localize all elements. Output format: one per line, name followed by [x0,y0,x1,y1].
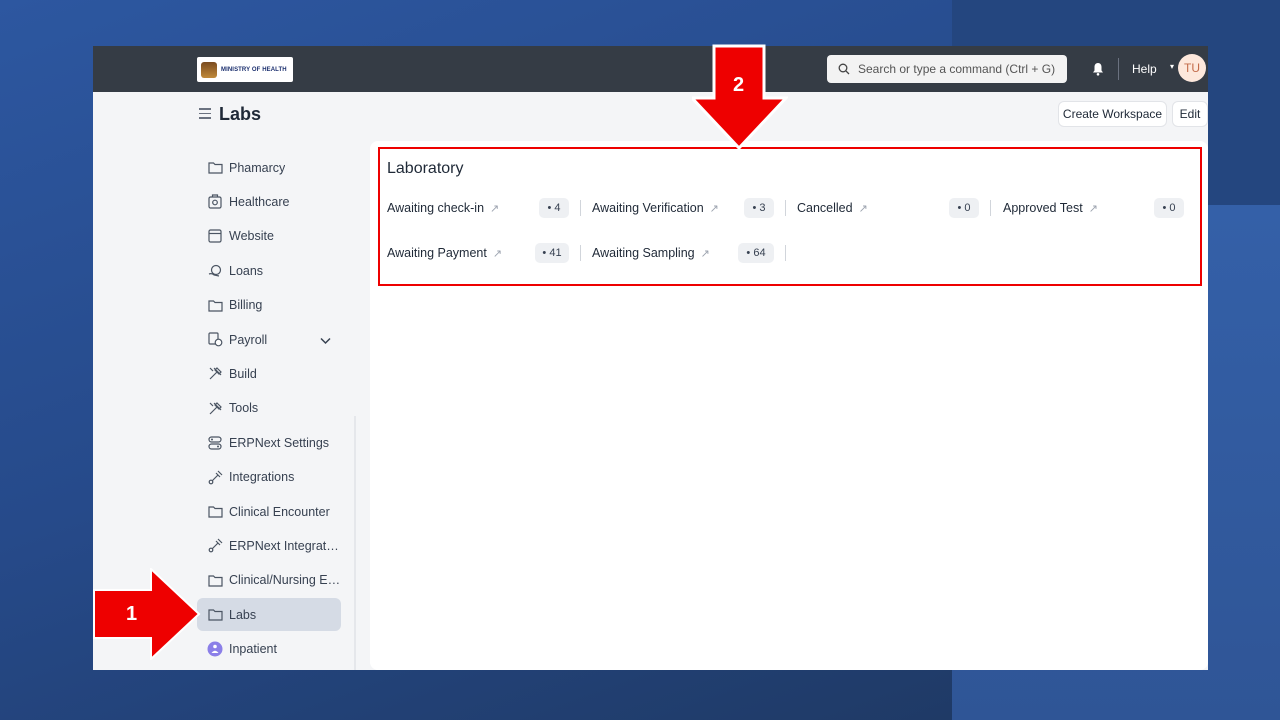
sidebar-item-label: ERPNext Settings [229,435,330,450]
annotation-arrow-right [93,568,201,660]
edit-button[interactable]: Edit [1172,101,1208,127]
tools-icon [207,366,223,382]
sidebar-item-label: Clinical/Nursing En... [229,573,341,588]
sidebar-item-inpatient[interactable]: Inpatient [197,633,341,666]
sidebar-item-label: Labs [229,607,257,622]
sidebar-item-label: Build [229,366,257,381]
sidebar-item-erpnext-settings[interactable]: ERPNext Settings [197,426,341,459]
inpatient-icon [207,641,223,657]
search-placeholder: Search or type a command (Ctrl + G) [858,62,1056,76]
website-icon [207,228,223,244]
folder-icon [207,160,223,176]
annotation-arrow-down [692,44,788,150]
sidebar-item-label: ERPNext Integratio... [229,538,341,553]
sidebar-toggle-icon[interactable] [199,108,211,122]
sidebar-item-label: Loans [229,263,264,278]
caret-down-icon: ▾ [1170,62,1175,71]
sidebar-item-billing[interactable]: Billing [197,289,341,322]
annotation-highlight-box [378,147,1202,286]
sidebar-item-label: Billing [229,298,263,313]
sidebar-item-labs[interactable]: Labs [197,598,341,632]
notification-bell-icon[interactable] [1092,62,1104,76]
sidebar-item-phamarcy[interactable]: Phamarcy [197,151,341,184]
help-menu[interactable]: Help [1132,62,1157,76]
loans-icon [207,263,223,279]
search-icon [838,63,850,75]
sidebar-item-label: Integrations [229,470,295,485]
integration-icon [207,538,223,554]
sidebar-item-label: Phamarcy [229,160,286,175]
sidebar-item-loans[interactable]: Loans [197,254,341,287]
sidebar-item-label: Clinical Encounter [229,504,330,519]
annotation-number-1: 1 [126,603,138,625]
sidebar-item-label: Website [229,229,274,244]
sidebar-item-integrations[interactable]: Integrations [197,461,341,494]
coat-of-arms-icon [201,61,217,78]
sidebar-item-erpnext-integratio[interactable]: ERPNext Integratio... [197,529,341,562]
annotation-number-2: 2 [733,74,745,96]
sidebar-item-tools[interactable]: Tools [197,392,341,425]
tools-icon [207,400,223,416]
integration-icon [207,469,223,485]
sidebar-item-label: Inpatient [229,642,277,657]
brand-logo[interactable]: MINISTRY OF HEALTH [197,57,293,82]
sidebar-item-payroll[interactable]: Payroll [197,323,341,356]
navbar: MINISTRY OF HEALTH Search or type a comm… [93,46,1208,92]
page-title: Labs [219,104,262,124]
chevron-down-icon[interactable] [320,332,331,350]
search-input[interactable]: Search or type a command (Ctrl + G) [827,55,1067,83]
healthcare-icon [207,194,223,210]
settings-toggle-icon [207,435,223,451]
folder-icon [207,297,223,313]
sidebar-item-clinical-encounter[interactable]: Clinical Encounter [197,495,341,528]
user-avatar[interactable]: TU [1178,54,1206,82]
sidebar-item-label: Payroll [229,332,268,347]
sidebar-item-label: Healthcare [229,194,290,209]
folder-icon [207,572,223,588]
folder-icon [207,504,223,520]
sidebar-item-clinical-nursing-en[interactable]: Clinical/Nursing En... [197,564,341,597]
sidebar-item-website[interactable]: Website [197,220,341,253]
sidebar-item-healthcare[interactable]: Healthcare [197,185,341,218]
create-workspace-button[interactable]: Create Workspace [1058,101,1167,127]
payroll-icon [207,332,223,348]
sidebar: Phamarcy Healthcare Website Loans Billing Pay… [197,151,343,670]
folder-icon [207,607,223,623]
logo-text: MINISTRY OF HEALTH [221,66,287,73]
sidebar-item-label: Tools [229,401,259,416]
navbar-divider [1118,58,1119,80]
sidebar-scrollbar[interactable] [354,416,356,670]
sidebar-item-build[interactable]: Build [197,357,341,390]
